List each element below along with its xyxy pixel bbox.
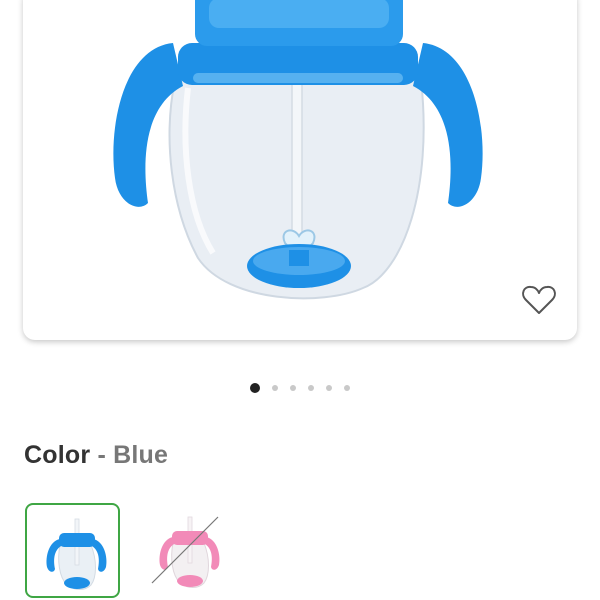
carousel-pagination [0,383,600,393]
product-page: Color - Blue [0,0,600,600]
color-separator: - [97,441,106,469]
selected-color-value: Blue [113,441,169,469]
pink-cup-thumbnail [151,516,220,588]
carousel-dot-3[interactable] [290,385,296,391]
product-image[interactable] [23,0,577,340]
carousel-dot-4[interactable] [308,385,314,391]
color-heading: Color - Blue [24,441,168,470]
carousel-dot-1[interactable] [250,383,260,393]
product-image-card [23,0,577,340]
blue-cup-thumbnail [46,518,107,590]
carousel-dot-2[interactable] [272,385,278,391]
carousel-dot-6[interactable] [344,385,350,391]
heart-icon[interactable] [521,284,557,316]
carousel-dot-5[interactable] [326,385,332,391]
color-swatch-blue[interactable] [25,503,120,598]
color-swatch-pink[interactable] [140,503,235,598]
color-label: Color [24,441,91,469]
